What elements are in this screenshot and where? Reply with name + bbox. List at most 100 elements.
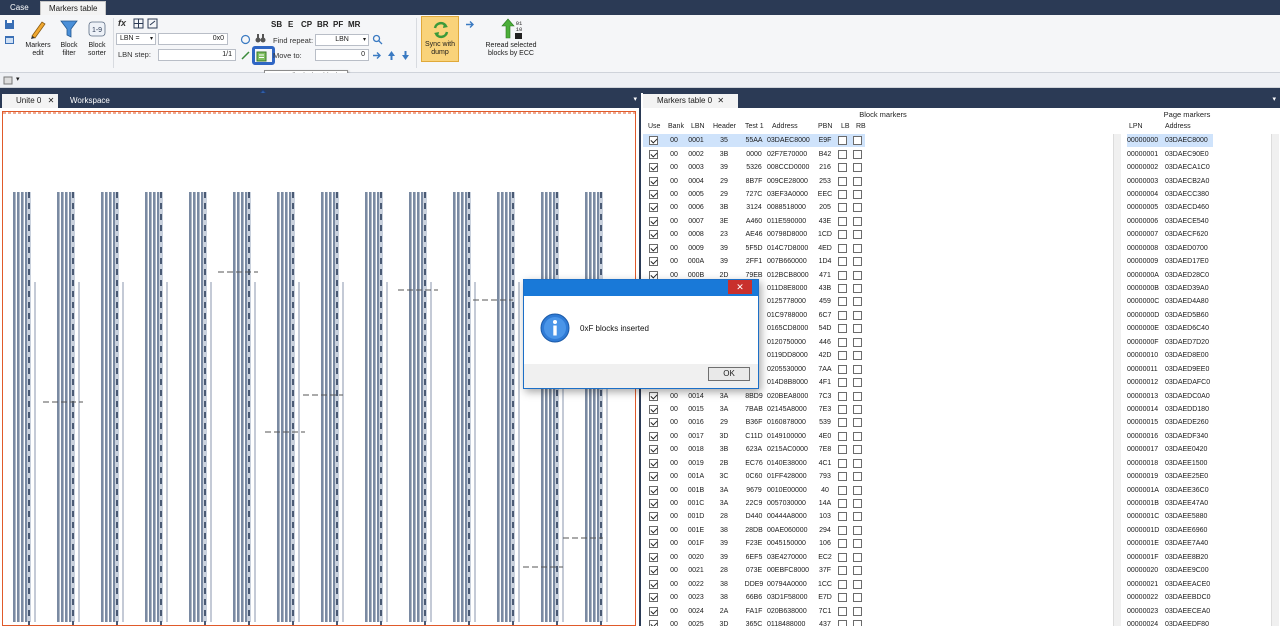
col-rb[interactable]: RB: [856, 123, 866, 130]
table-row[interactable]: 0000001F 03DAEE8B20: [1127, 551, 1213, 564]
lb-checkbox[interactable]: [838, 216, 847, 226]
link-icon[interactable]: [240, 50, 251, 61]
rb-checkbox[interactable]: [853, 337, 862, 347]
close-icon[interactable]: ✕: [717, 96, 724, 105]
use-checkbox[interactable]: [648, 512, 658, 522]
col-bank[interactable]: Bank: [668, 123, 684, 130]
table-row[interactable]: 00000006 03DAECE540: [1127, 215, 1213, 228]
use-checkbox[interactable]: [648, 163, 658, 173]
lb-checkbox[interactable]: [838, 136, 847, 146]
page-markers-scrollbar[interactable]: [1271, 134, 1279, 626]
binoculars-icon[interactable]: [255, 33, 266, 44]
use-checkbox[interactable]: [648, 593, 658, 603]
table-row[interactable]: 0000000F 03DAED7D20: [1127, 336, 1213, 349]
use-checkbox[interactable]: [648, 189, 658, 199]
tag-sb[interactable]: SB: [271, 20, 282, 29]
lb-checkbox[interactable]: [838, 431, 847, 441]
rb-checkbox[interactable]: [853, 297, 862, 307]
table-row[interactable]: 00000008 03DAED0700: [1127, 242, 1213, 255]
table-row[interactable]: 00 001C 3A 22C9 0057030000 14A: [643, 497, 865, 510]
lb-checkbox[interactable]: [838, 257, 847, 267]
lb-checkbox[interactable]: [838, 593, 847, 603]
lbn-combo[interactable]: LBN = ▾: [116, 33, 156, 45]
tab-markers-table[interactable]: Markers table: [40, 1, 107, 15]
table-row[interactable]: 00000003 03DAECB2A0: [1127, 174, 1213, 187]
table-row[interactable]: 00 0022 38 DDE9 00794A0000 1CC: [643, 577, 865, 590]
table-row[interactable]: 00 0021 28 073E 00EBFC8000 37F: [643, 564, 865, 577]
table-row[interactable]: 00000011 03DAED9EE0: [1127, 362, 1213, 375]
use-checkbox[interactable]: [648, 216, 658, 226]
fx-label[interactable]: fx: [118, 18, 126, 28]
table-row[interactable]: 00000014 03DAEDD180: [1127, 403, 1213, 416]
table-row[interactable]: 00000009 03DAED17E0: [1127, 255, 1213, 268]
use-checkbox[interactable]: [648, 499, 658, 509]
use-checkbox[interactable]: [648, 619, 658, 626]
rb-checkbox[interactable]: [853, 364, 862, 374]
chevron-down-icon[interactable]: ▾: [16, 75, 20, 83]
use-checkbox[interactable]: [648, 606, 658, 616]
table-row[interactable]: 00 0017 3D C11D 0149100000 4E0: [643, 430, 865, 443]
lb-checkbox[interactable]: [838, 552, 847, 562]
lb-checkbox[interactable]: [838, 525, 847, 535]
export-icon[interactable]: [147, 18, 158, 29]
use-checkbox[interactable]: [648, 472, 658, 482]
table-row[interactable]: 00 0004 29 8B7F 009CE28000 253: [643, 174, 865, 187]
lb-checkbox[interactable]: [838, 445, 847, 455]
rb-checkbox[interactable]: [853, 136, 862, 146]
table-row[interactable]: 00000024 03DAEEDF80: [1127, 618, 1213, 626]
table-row[interactable]: 00 0016 29 B36F 0160878000 539: [643, 416, 865, 429]
rb-checkbox[interactable]: [853, 230, 862, 240]
col-page-address[interactable]: Address: [1165, 123, 1191, 130]
use-checkbox[interactable]: [648, 404, 658, 414]
lb-checkbox[interactable]: [838, 230, 847, 240]
rb-checkbox[interactable]: [853, 552, 862, 562]
rb-checkbox[interactable]: [853, 566, 862, 576]
table-row[interactable]: 00000012 03DAEDAFC0: [1127, 376, 1213, 389]
use-checkbox[interactable]: [648, 176, 658, 186]
rb-checkbox[interactable]: [853, 284, 862, 294]
rb-checkbox[interactable]: [853, 243, 862, 253]
use-checkbox[interactable]: [648, 579, 658, 589]
lb-checkbox[interactable]: [838, 606, 847, 616]
rb-checkbox[interactable]: [853, 163, 862, 173]
lb-checkbox[interactable]: [838, 364, 847, 374]
table-row[interactable]: 00000010 03DAED8E00: [1127, 349, 1213, 362]
close-icon[interactable]: ✕: [728, 280, 752, 294]
table-row[interactable]: 00 0009 39 5F5D 014C7D8000 4ED: [643, 242, 865, 255]
rb-checkbox[interactable]: [853, 257, 862, 267]
lb-checkbox[interactable]: [838, 418, 847, 428]
rb-checkbox[interactable]: [853, 431, 862, 441]
table-row[interactable]: 00000005 03DAECD460: [1127, 201, 1213, 214]
use-checkbox[interactable]: [648, 203, 658, 213]
refresh-icon[interactable]: [240, 34, 251, 45]
rb-checkbox[interactable]: [853, 391, 862, 401]
table-row[interactable]: 00 0007 3E A460 011E590000 43E: [643, 215, 865, 228]
rb-checkbox[interactable]: [853, 310, 862, 320]
tab-case[interactable]: Case: [2, 1, 37, 15]
dialog-titlebar[interactable]: [524, 280, 758, 296]
use-checkbox[interactable]: [648, 418, 658, 428]
table-row[interactable]: 00 0005 29 727C 03EF3A0000 EEC: [643, 188, 865, 201]
lb-checkbox[interactable]: [838, 176, 847, 186]
lb-checkbox[interactable]: [838, 149, 847, 159]
col-use[interactable]: Use: [648, 123, 660, 130]
table-row[interactable]: 0000001A 03DAEE36C0: [1127, 483, 1213, 496]
lb-checkbox[interactable]: [838, 512, 847, 522]
table-row[interactable]: 0000000B 03DAED39A0: [1127, 282, 1213, 295]
lb-checkbox[interactable]: [838, 243, 847, 253]
close-icon[interactable]: ✕: [48, 96, 55, 105]
lb-checkbox[interactable]: [838, 163, 847, 173]
table-row[interactable]: 00 0018 3B 623A 0215AC0000 7E8: [643, 443, 865, 456]
tag-e[interactable]: E: [288, 20, 293, 29]
lb-checkbox[interactable]: [838, 391, 847, 401]
table-row[interactable]: 00 001E 38 28DB 00AE060000 294: [643, 524, 865, 537]
col-pbn[interactable]: PBN: [818, 123, 832, 130]
arrow-down-icon[interactable]: [400, 50, 411, 61]
table-row[interactable]: 00000001 03DAEC90E0: [1127, 147, 1213, 160]
ok-button[interactable]: OK: [708, 367, 750, 381]
table-row[interactable]: 00 0003 39 5326 008CCD0000 216: [643, 161, 865, 174]
chevron-down-icon[interactable]: ▾: [1272, 95, 1276, 103]
lb-checkbox[interactable]: [838, 378, 847, 388]
table-row[interactable]: 00000022 03DAEEBDC0: [1127, 591, 1213, 604]
tab-workspace[interactable]: Workspace: [56, 94, 114, 108]
